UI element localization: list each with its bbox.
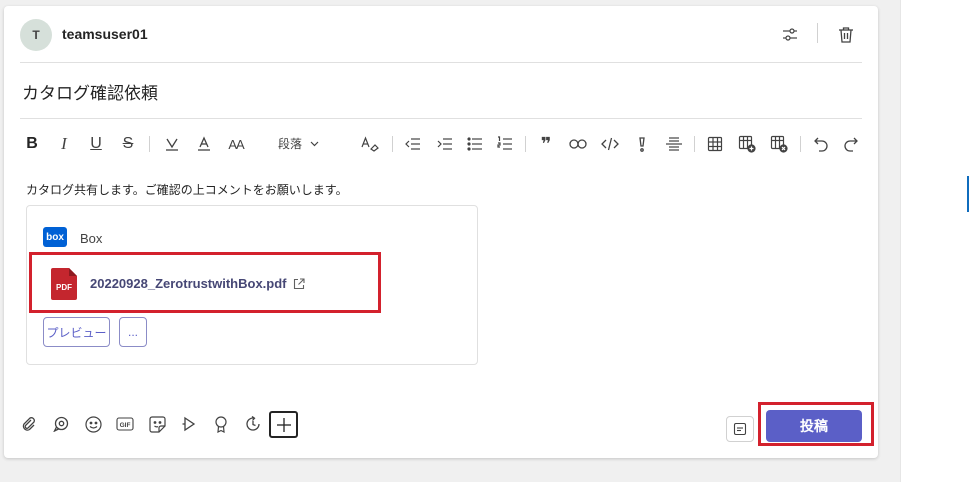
underline-icon: U xyxy=(90,135,102,152)
decrease-indent-button[interactable] xyxy=(400,132,426,156)
table-delete-icon xyxy=(770,135,788,153)
strikethrough-button[interactable]: S xyxy=(115,132,141,156)
clear-format-icon xyxy=(361,136,379,152)
bulleted-list-button[interactable] xyxy=(462,132,488,156)
attach-button[interactable] xyxy=(18,412,40,436)
italic-button[interactable]: I xyxy=(51,132,77,156)
highlight-button[interactable] xyxy=(159,132,185,156)
loop-component-button[interactable] xyxy=(50,412,72,436)
insert-row-button[interactable] xyxy=(734,132,760,156)
plus-icon xyxy=(276,417,291,432)
font-color-button[interactable] xyxy=(191,132,217,156)
bold-icon: B xyxy=(26,135,38,152)
link-icon xyxy=(569,139,587,149)
clear-formatting-button[interactable] xyxy=(357,132,383,156)
horizontal-rule-icon xyxy=(666,137,682,151)
quote-icon: ❞ xyxy=(540,133,552,154)
bullet-list-icon xyxy=(467,137,482,151)
quote-button[interactable]: ❞ xyxy=(533,132,559,156)
box-logo-icon: box xyxy=(43,227,67,247)
delete-table-button[interactable] xyxy=(766,132,792,156)
font-size-button[interactable]: AA xyxy=(223,132,249,156)
avatar: T xyxy=(20,19,52,51)
right-panel-strip xyxy=(900,0,969,482)
post-highlight-box xyxy=(758,402,874,446)
horizontal-rule-button[interactable] xyxy=(661,132,687,156)
sticker-icon xyxy=(148,415,166,433)
important-button[interactable] xyxy=(629,132,655,156)
sliders-icon xyxy=(783,28,797,41)
insert-table-button[interactable] xyxy=(702,132,728,156)
add-app-button[interactable] xyxy=(269,411,298,438)
delete-button[interactable] xyxy=(832,21,860,49)
format-toggle-icon xyxy=(733,422,747,436)
undo-button[interactable] xyxy=(808,132,834,156)
stream-button[interactable] xyxy=(178,412,200,436)
file-highlight-box xyxy=(29,252,381,313)
formatting-toolbar: B I U S AA 段落 ❞ xyxy=(16,132,866,156)
subject-field[interactable]: カタログ確認依頼 xyxy=(22,79,158,104)
indent-icon xyxy=(437,138,452,150)
code-icon xyxy=(601,137,619,151)
toolbar-separator xyxy=(800,136,801,152)
strikethrough-icon: S xyxy=(122,135,134,152)
header-divider xyxy=(817,23,818,43)
trash-icon xyxy=(839,27,853,43)
paperclip-icon xyxy=(22,417,35,431)
header-divider-line xyxy=(20,62,862,63)
gif-icon: GIF xyxy=(116,417,134,431)
italic-icon: I xyxy=(61,134,67,153)
table-add-icon xyxy=(738,135,756,153)
username: teamsuser01 xyxy=(62,26,148,42)
toolbar-separator xyxy=(392,136,393,152)
numbered-list-icon xyxy=(497,136,512,150)
toolbar-separator xyxy=(149,136,150,152)
more-options-button[interactable]: ... xyxy=(119,317,147,347)
chevron-down-icon xyxy=(310,141,319,146)
numbered-list-button[interactable] xyxy=(492,132,518,156)
preview-button[interactable]: プレビュー xyxy=(43,317,110,347)
praise-button[interactable] xyxy=(210,412,232,436)
exclamation-icon xyxy=(639,137,645,152)
emoji-icon xyxy=(84,415,102,433)
loop-icon xyxy=(53,416,69,432)
bold-button[interactable]: B xyxy=(19,132,45,156)
code-button[interactable] xyxy=(597,132,623,156)
message-body[interactable]: カタログ共有します。ご確認の上コメントをお願いします。 xyxy=(26,181,348,198)
gif-button[interactable]: GIF xyxy=(114,412,136,436)
highlighter-icon xyxy=(166,138,178,151)
redo-button[interactable] xyxy=(838,132,864,156)
collapse-format-button[interactable] xyxy=(726,416,754,442)
compose-card: T teamsuser01 カタログ確認依頼 B I U S AA 段落 ❞ カ… xyxy=(4,6,878,458)
increase-indent-button[interactable] xyxy=(432,132,458,156)
toolbar-separator xyxy=(694,136,695,152)
toolbar-separator xyxy=(525,136,526,152)
outdent-icon xyxy=(405,138,420,150)
sticker-button[interactable] xyxy=(146,412,168,436)
redo-icon xyxy=(844,137,858,152)
underline-button[interactable]: U xyxy=(83,132,109,156)
attachment-provider-name: Box xyxy=(80,231,103,246)
play-stream-icon xyxy=(182,416,196,432)
paragraph-style-dropdown[interactable]: 段落 xyxy=(278,135,319,152)
font-color-icon xyxy=(198,136,210,151)
paragraph-style-label: 段落 xyxy=(278,137,303,151)
svg-text:GIF: GIF xyxy=(120,422,131,429)
emoji-button[interactable] xyxy=(82,412,104,436)
schedule-button[interactable] xyxy=(242,412,264,436)
table-icon xyxy=(707,136,723,152)
avatar-initial: T xyxy=(32,28,40,42)
panel-divider xyxy=(900,0,901,482)
subject-divider-line xyxy=(20,118,862,119)
font-size-icon: AA xyxy=(228,136,244,152)
award-icon xyxy=(215,415,227,433)
undo-icon xyxy=(814,137,828,152)
link-button[interactable] xyxy=(565,132,591,156)
format-options-button[interactable] xyxy=(776,21,804,49)
refresh-clock-icon xyxy=(246,416,260,431)
